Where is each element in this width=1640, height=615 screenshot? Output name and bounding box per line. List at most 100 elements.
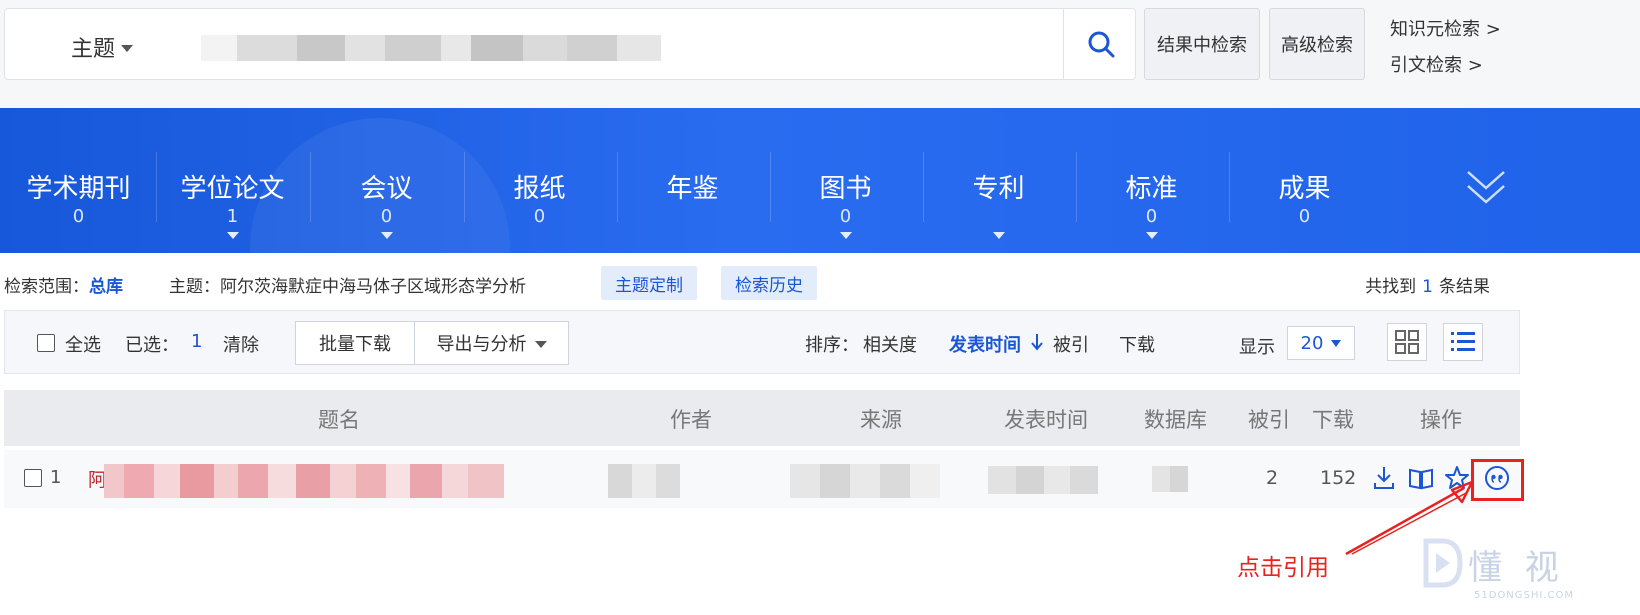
page-size-select[interactable]: 20 — [1287, 326, 1355, 360]
topic-value: 阿尔茨海默症中海马体子区域形态学分析 — [220, 277, 526, 297]
tab-count: 0 — [1145, 206, 1158, 227]
list-view-icon — [1451, 332, 1475, 351]
category-band: 学术期刊 0 学位论文 1 会议 0 报纸 0 年鉴 图书 0 专利 标准 0 — [0, 108, 1640, 253]
search-range-value[interactable]: 总库 — [89, 277, 123, 297]
search-icon — [1088, 31, 1114, 58]
knowledge-search-link[interactable]: 知识元检索 > — [1390, 12, 1501, 48]
search-field-label: 主题 — [71, 37, 116, 62]
caret-down-icon — [1145, 232, 1158, 239]
header-source[interactable]: 来源 — [860, 404, 902, 434]
row-source-blurred — [790, 464, 940, 498]
result-count-suffix: 条结果 — [1439, 277, 1490, 297]
sort-desc-arrow-icon — [1031, 334, 1043, 351]
select-all-label[interactable]: 全选 — [65, 331, 101, 357]
topic-label: 主题： — [169, 277, 220, 297]
row-cited-count: 2 — [1266, 467, 1279, 489]
row-database-blurred — [1152, 466, 1188, 492]
result-count-number: 1 — [1422, 277, 1433, 297]
sort-cited[interactable]: 被引 — [1053, 331, 1089, 357]
tab-books[interactable]: 图书 0 — [769, 108, 922, 253]
sort-download[interactable]: 下载 — [1119, 331, 1155, 357]
tab-conferences[interactable]: 会议 0 — [310, 108, 463, 253]
tab-dissertations[interactable]: 学位论文 1 — [156, 108, 309, 253]
search-scope-bar: 检索范围：总库 主题：阿尔茨海默症中海马体子区域形态学分析 主题定制 检索历史 … — [4, 266, 1524, 300]
tab-label: 会议 — [360, 174, 413, 204]
header-author[interactable]: 作者 — [670, 404, 712, 434]
grid-view-icon — [1395, 330, 1419, 354]
chevron-down-icon — [121, 44, 134, 52]
tab-academic-journals[interactable]: 学术期刊 0 — [2, 108, 155, 253]
watermark-text: 懂 视 — [1468, 548, 1565, 588]
caret-down-icon — [992, 232, 1005, 239]
tab-label: 成果 — [1278, 174, 1331, 204]
grid-view-button[interactable] — [1387, 323, 1427, 361]
header-cited[interactable]: 被引 — [1248, 404, 1290, 434]
list-view-button[interactable] — [1443, 323, 1483, 361]
clear-button[interactable]: 清除 — [223, 331, 259, 357]
advanced-search-button[interactable]: 高级检索 — [1269, 8, 1365, 80]
header-pubtime[interactable]: 发表时间 — [1004, 404, 1088, 434]
tab-count: 0 — [533, 206, 546, 227]
header-title[interactable]: 题名 — [318, 404, 360, 434]
row-index: 1 — [50, 467, 62, 488]
chevron-down-icon — [534, 340, 547, 348]
export-analysis-label: 导出与分析 — [436, 334, 527, 355]
search-in-results-button[interactable]: 结果中检索 — [1144, 8, 1260, 80]
tab-standards[interactable]: 标准 0 — [1075, 108, 1228, 253]
results-toolbar: 全选 已选： 1 清除 批量下载 导出与分析 排序： 相关度 发表时间 被引 下… — [4, 310, 1520, 374]
tab-label: 报纸 — [513, 174, 566, 204]
selected-label: 已选： — [125, 335, 179, 356]
tab-label: 学位论文 — [180, 174, 285, 204]
batch-download-button[interactable]: 批量下载 — [295, 321, 415, 365]
search-history-button[interactable]: 检索历史 — [721, 266, 817, 300]
row-author-blurred — [608, 464, 680, 498]
table-row: 1 阿 2 152 — [4, 450, 1520, 508]
result-count: 共找到 1 条结果 — [1365, 272, 1490, 297]
citation-search-link[interactable]: 引文检索 > — [1390, 48, 1501, 84]
search-button[interactable] — [1063, 9, 1137, 79]
export-analysis-button[interactable]: 导出与分析 — [414, 321, 569, 365]
search-field-select[interactable]: 主题 — [71, 31, 134, 63]
search-box: 主题 — [4, 8, 1136, 80]
tab-label: 学术期刊 — [26, 174, 131, 204]
search-topic: 主题：阿尔茨海默症中海马体子区域形态学分析 — [169, 272, 526, 297]
results-table-header: 题名 作者 来源 发表时间 数据库 被引 下载 操作 — [4, 390, 1520, 446]
search-range: 检索范围：总库 — [4, 272, 123, 297]
header-actions: 操作 — [1420, 408, 1462, 432]
tab-label: 专利 — [972, 174, 1025, 204]
tab-count: 0 — [1298, 206, 1311, 227]
tab-label: 年鉴 — [666, 174, 719, 204]
tab-label: 标准 — [1125, 174, 1178, 204]
sort-relevance[interactable]: 相关度 — [863, 331, 917, 357]
row-title-blurred — [104, 464, 504, 498]
search-input[interactable] — [195, 23, 1025, 67]
annotation-label: 点击引用 — [1237, 555, 1329, 581]
tab-newspapers[interactable]: 报纸 0 — [463, 108, 616, 253]
caret-down-icon — [380, 232, 393, 239]
tab-achievements[interactable]: 成果 0 — [1228, 108, 1381, 253]
tab-yearbooks[interactable]: 年鉴 — [616, 108, 769, 253]
tab-count: 0 — [839, 206, 852, 227]
row-checkbox[interactable] — [24, 469, 42, 487]
tab-count: 0 — [72, 206, 85, 227]
side-links: 知识元检索 > 引文检索 > — [1390, 12, 1501, 84]
search-range-label: 检索范围： — [4, 277, 89, 297]
header-downloads[interactable]: 下载 — [1312, 404, 1354, 434]
tab-label: 图书 — [819, 174, 872, 204]
row-pubtime-blurred — [988, 466, 1098, 494]
select-all-checkbox[interactable] — [37, 334, 55, 352]
chevron-down-icon — [1331, 339, 1342, 347]
caret-down-icon — [226, 232, 239, 239]
topic-custom-button[interactable]: 主题定制 — [601, 266, 697, 300]
header-database[interactable]: 数据库 — [1144, 404, 1207, 434]
display-label: 显示 — [1239, 337, 1275, 358]
sort-pubtime[interactable]: 发表时间 — [949, 331, 1021, 357]
result-count-prefix: 共找到 — [1365, 277, 1417, 297]
expand-categories-icon[interactable] — [1462, 166, 1510, 210]
tab-count: 0 — [380, 206, 393, 227]
caret-down-icon — [839, 232, 852, 239]
watermark-subtext: 51DONGSHI.COM — [1474, 590, 1575, 601]
selected-count: 1 — [191, 331, 203, 352]
search-header: 主题 结果中检索 高级检索 知识元检索 > 引文检索 > — [0, 0, 1640, 108]
tab-patents[interactable]: 专利 — [922, 108, 1075, 253]
